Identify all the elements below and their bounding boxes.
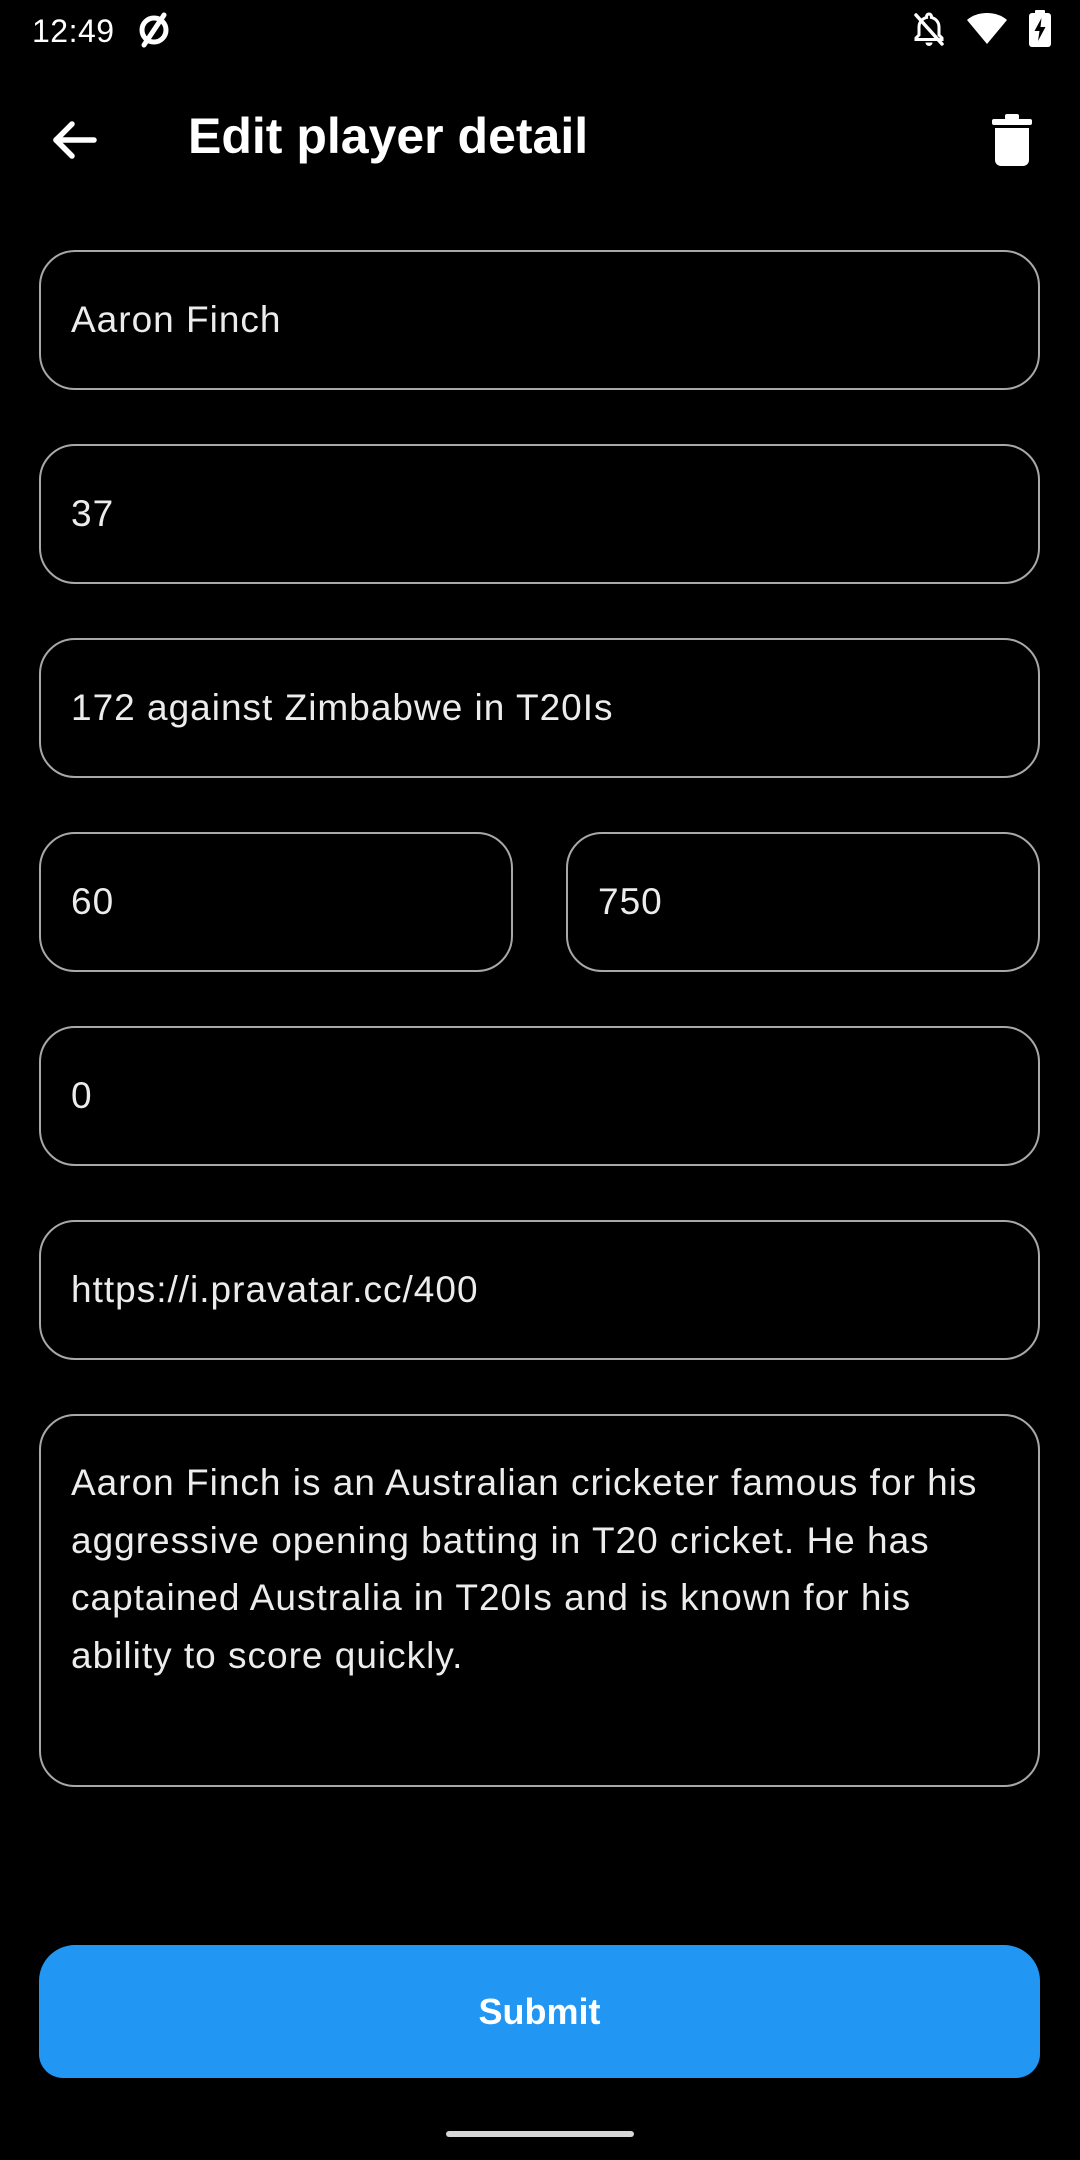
back-button[interactable]: [36, 104, 112, 180]
image-url-field[interactable]: [39, 1220, 1040, 1360]
status-icons: [912, 10, 1052, 48]
submit-label: Submit: [478, 1990, 601, 2032]
wifi-icon: [966, 12, 1008, 46]
runs-input[interactable]: [598, 881, 1008, 923]
trash-icon: [992, 113, 1032, 171]
wickets-input[interactable]: [71, 1075, 1008, 1117]
delete-button[interactable]: [974, 104, 1050, 180]
description-field[interactable]: Aaron Finch is an Australian cricketer f…: [39, 1414, 1040, 1787]
name-field[interactable]: [39, 250, 1040, 390]
best-score-field[interactable]: [39, 638, 1040, 778]
image-url-input[interactable]: [71, 1269, 1008, 1311]
app-bar: Edit player detail: [0, 62, 1080, 210]
name-input[interactable]: [71, 299, 1008, 341]
matches-input[interactable]: [71, 881, 481, 923]
notifications-off-icon: [912, 11, 946, 47]
best-score-input[interactable]: [71, 687, 1008, 729]
status-time: 12:49: [32, 13, 115, 49]
battery-charging-icon: [1028, 10, 1052, 48]
status-bar: 12:49: [0, 0, 1080, 62]
matches-field[interactable]: [39, 832, 513, 972]
submit-button[interactable]: Submit: [39, 1945, 1040, 2078]
page-title: Edit player detail: [188, 108, 589, 164]
age-field[interactable]: [39, 444, 1040, 584]
runs-field[interactable]: [566, 832, 1040, 972]
age-input[interactable]: [71, 493, 1008, 535]
no-service-icon: [134, 10, 174, 50]
gesture-navigation-bar[interactable]: [446, 2131, 634, 2137]
description-input[interactable]: Aaron Finch is an Australian cricketer f…: [71, 1454, 1008, 1755]
arrow-back-icon: [50, 116, 98, 169]
wickets-field[interactable]: [39, 1026, 1040, 1166]
